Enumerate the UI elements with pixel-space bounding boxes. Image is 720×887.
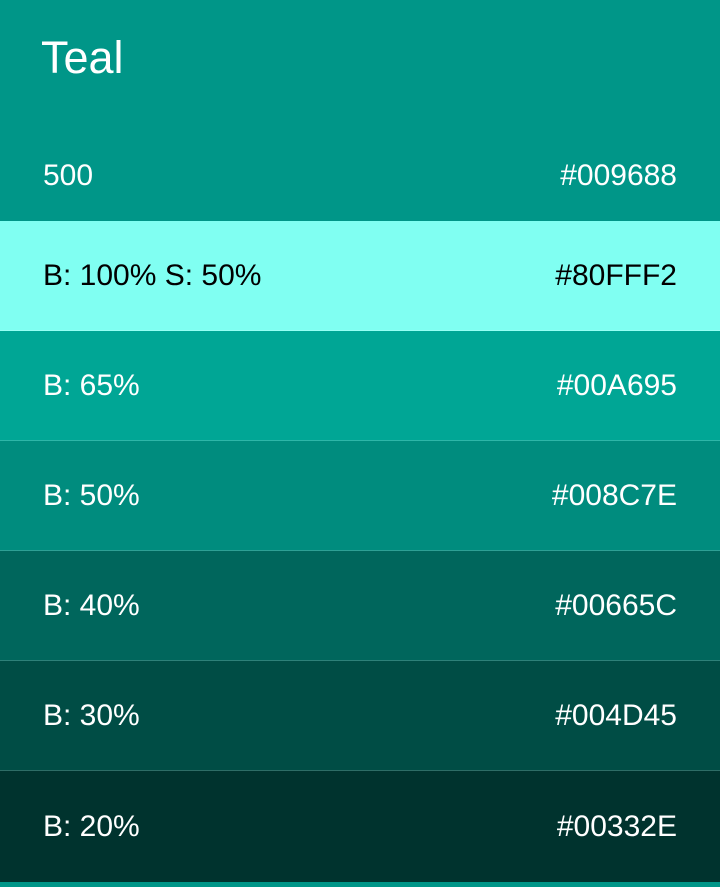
color-swatch-b50: B: 50% #008C7E bbox=[0, 441, 720, 551]
color-swatch-list: B: 100% S: 50% #80FFF2 B: 65% #00A695 B:… bbox=[0, 221, 720, 887]
primary-color-hex: #009688 bbox=[560, 159, 677, 192]
palette-title: Teal bbox=[41, 32, 124, 83]
swatch-label: B: 40% bbox=[43, 588, 140, 622]
swatch-label: B: 100% S: 50% bbox=[43, 258, 262, 292]
color-swatch-b40: B: 40% #00665C bbox=[0, 551, 720, 661]
color-swatch-b30: B: 30% #004D45 bbox=[0, 661, 720, 771]
swatch-hex: #00A695 bbox=[556, 368, 677, 402]
primary-color-label: 500 bbox=[43, 159, 94, 192]
color-swatch-b100-s50: B: 100% S: 50% #80FFF2 bbox=[0, 221, 720, 331]
swatch-hex: #80FFF2 bbox=[555, 258, 677, 292]
swatch-label: B: 50% bbox=[43, 478, 140, 512]
swatch-label: B: 20% bbox=[43, 809, 140, 843]
swatch-hex: #004D45 bbox=[555, 698, 677, 732]
swatch-label: B: 65% bbox=[43, 368, 140, 402]
palette-header: Teal 500 #009688 bbox=[0, 0, 720, 221]
swatch-hex: #00665C bbox=[555, 588, 677, 622]
swatch-hex: #00332E bbox=[556, 809, 677, 843]
color-palette: Teal 500 #009688 B: 100% S: 50% #80FFF2 … bbox=[0, 0, 720, 887]
primary-color-row: 500 #009688 bbox=[0, 154, 720, 198]
swatch-label: B: 30% bbox=[43, 698, 140, 732]
color-swatch-b65: B: 65% #00A695 bbox=[0, 331, 720, 441]
color-swatch-b20: B: 20% #00332E bbox=[0, 771, 720, 882]
swatch-hex: #008C7E bbox=[551, 478, 677, 512]
